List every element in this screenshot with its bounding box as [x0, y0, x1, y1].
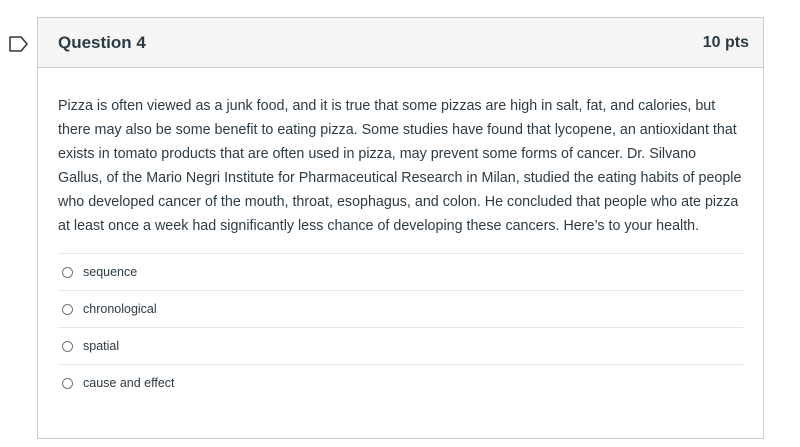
question-header: Question 4 10 pts	[38, 18, 763, 68]
answer-option-sequence[interactable]: sequence	[58, 254, 743, 291]
radio-button[interactable]	[62, 377, 73, 389]
question-title: Question 4	[58, 32, 146, 52]
question-card: Question 4 10 pts Pizza is often viewed …	[37, 17, 764, 439]
radio-button[interactable]	[62, 266, 73, 278]
question-points: 10 pts	[702, 33, 749, 51]
answer-option-cause-and-effect[interactable]: cause and effect	[58, 365, 743, 401]
quiz-page: Question 4 10 pts Pizza is often viewed …	[0, 0, 800, 447]
answer-option-chronological[interactable]: chronological	[58, 291, 743, 328]
question-body: Pizza is often viewed as a junk food, an…	[38, 68, 763, 401]
answer-list: sequence chronological spatial cause and…	[58, 253, 743, 401]
answer-label[interactable]: spatial	[83, 339, 119, 353]
answer-label[interactable]: chronological	[83, 302, 157, 316]
radio-button[interactable]	[62, 303, 73, 315]
radio-button[interactable]	[62, 340, 73, 352]
question-text: Pizza is often viewed as a junk food, an…	[58, 98, 742, 234]
answer-label[interactable]: sequence	[83, 265, 137, 279]
flag-question-icon[interactable]	[8, 35, 30, 53]
answer-label[interactable]: cause and effect	[83, 376, 175, 390]
answer-option-spatial[interactable]: spatial	[58, 328, 743, 365]
